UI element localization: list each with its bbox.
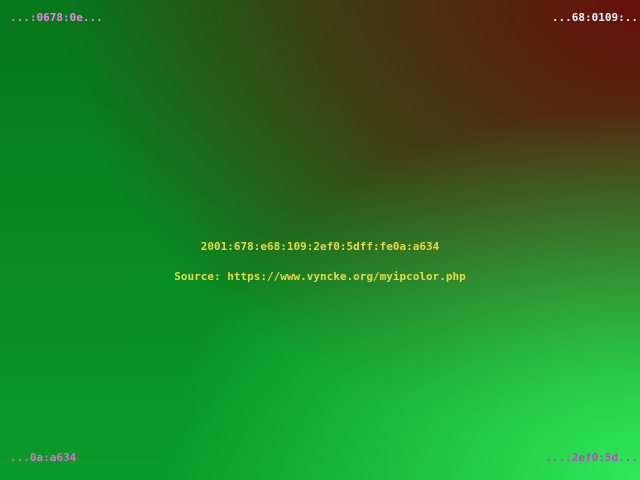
bottom-right-ip-fragment: ...:2ef0:5d... bbox=[545, 451, 638, 464]
top-right-ip-fragment: ...68:0109:.. bbox=[551, 11, 638, 24]
source-url-text: Source: https://www.vyncke.org/myipcolor… bbox=[174, 270, 466, 283]
top-left-ip-fragment: ...:0678:0e... bbox=[10, 11, 103, 24]
ip-address-text: 2001:678:e68:109:2ef0:5dff:fe0a:a634 bbox=[200, 240, 440, 253]
bottom-left-ip-fragment: ...0a:a634 bbox=[10, 451, 77, 464]
